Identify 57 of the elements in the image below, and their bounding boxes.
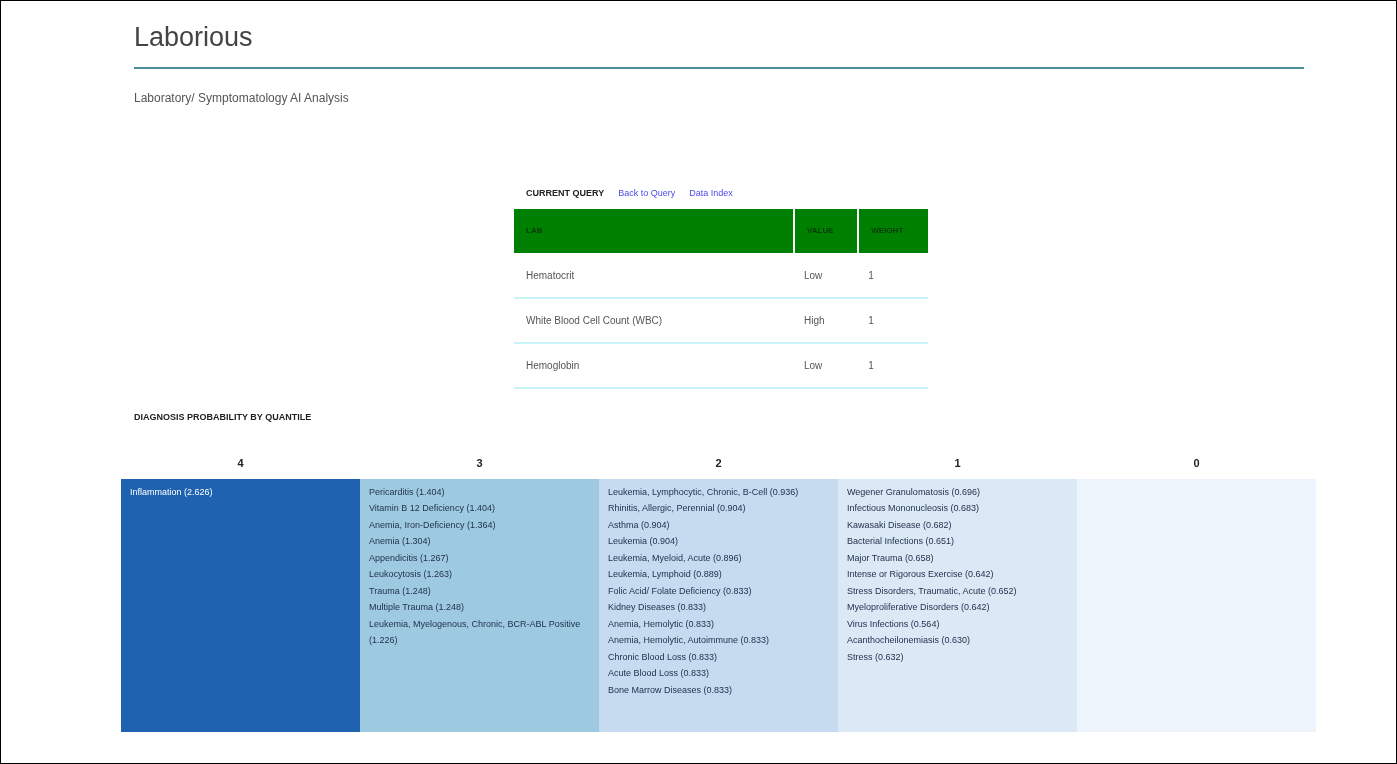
diagnosis-item: Multiple Trauma (1.248) [369,601,465,614]
table-cell: Hematocrit [514,253,794,298]
diagnosis-item: Leukemia (0.904) [608,535,679,548]
table-cell: Low [794,343,859,388]
diagnosis-item: Chronic Blood Loss (0.833) [608,650,718,664]
diagnosis-item: Leukemia, Myelogenous, Chronic, BCR-ABL Positive (1.226) [369,617,582,647]
diagnosis-item: Leukemia, Lymphocytic, Chronic, B-Cell (0.936) [608,485,799,499]
section-heading: CURRENT QUERY [526,187,605,201]
column-header: VALUE [794,209,859,253]
nav-link[interactable]: Data Index [689,187,733,201]
table-cell: High [794,298,859,343]
diagnosis-item: Kawasaki Disease (0.682) [847,518,952,532]
diagnosis-item: Bacterial Infections (0.651) [847,535,955,548]
diagnosis-item: Leukemia, Myeloid, Acute (0.896) [608,551,742,565]
nav-link[interactable]: Back to Query [618,187,676,201]
table-cell: Low [794,253,859,298]
quantile-label: 0 [1193,455,1200,471]
table-cell: 1 [858,298,928,343]
column-header: LAB [514,209,794,253]
table-cell: 1 [858,253,928,298]
diagnosis-item: Intense or Rigorous Exercise (0.642) [847,568,994,581]
diagnosis-item: Stress (0.632) [847,650,904,664]
diagnosis-item: Anemia, Hemolytic, Autoimmune (0.833) [608,634,770,647]
diagnosis-item: Kidney Diseases (0.833) [608,601,707,614]
diagnosis-item: Vitamin B 12 Deficiency (1.404) [369,502,495,515]
diagnosis-item: Appendicitis (1.267) [369,551,449,565]
diagnosis-item: Folic Acid/ Folate Deficiency (0.833) [608,584,752,598]
diagnosis-item: Inflammation (2.626) [130,485,213,499]
quantile-label: 1 [954,455,961,471]
diagnosis-item: Acanthocheilonemiasis (0.630) [847,634,971,647]
diagnosis-item: Leukemia, Lymphoid (0.889) [608,568,722,581]
diagnosis-item: Virus Infections (0.564) [847,617,940,631]
diagnosis-item: Pericarditis (1.404) [369,485,445,499]
diagnosis-item: Infectious Mononucleosis (0.683) [847,502,980,515]
page-title: Laborious [134,21,253,54]
quantile-label: 4 [237,455,244,471]
page-subtitle: Laboratory/ Symptomatology AI Analysis [134,90,349,107]
diagnosis-item: Asthma (0.904) [608,518,670,532]
diagnosis-item: Anemia (1.304) [369,535,431,548]
column-header: WEIGHT [858,209,928,253]
section-heading: DIAGNOSIS PROBABILITY BY QUANTILE [134,411,312,424]
quantile-label: 3 [476,455,483,471]
table-cell: White Blood Cell Count (WBC) [514,298,794,343]
diagnosis-item: Trauma (1.248) [369,584,431,598]
diagnosis-item: Myeloproliferative Disorders (0.642) [847,601,990,614]
diagnosis-item: Bone Marrow Diseases (0.833) [608,683,733,697]
diagnosis-item: Acute Blood Loss (0.833) [608,667,710,680]
table-cell: Hemoglobin [514,343,794,388]
diagnosis-item: Rhinitis, Allergic, Perennial (0.904) [608,502,746,515]
diagnosis-item: Stress Disorders, Traumatic, Acute (0.652) [847,584,1017,598]
diagnosis-item: Anemia, Iron-Deficiency (1.364) [369,518,496,532]
diagnosis-item: Wegener Granulomatosis (0.696) [847,485,980,499]
quantile-label: 2 [715,455,722,471]
diagnosis-item: Leukocytosis (1.263) [369,568,453,581]
diagnosis-item: Major Trauma (0.658) [847,551,934,565]
diagnosis-item: Anemia, Hemolytic (0.833) [608,617,715,631]
table-cell: 1 [858,343,928,388]
